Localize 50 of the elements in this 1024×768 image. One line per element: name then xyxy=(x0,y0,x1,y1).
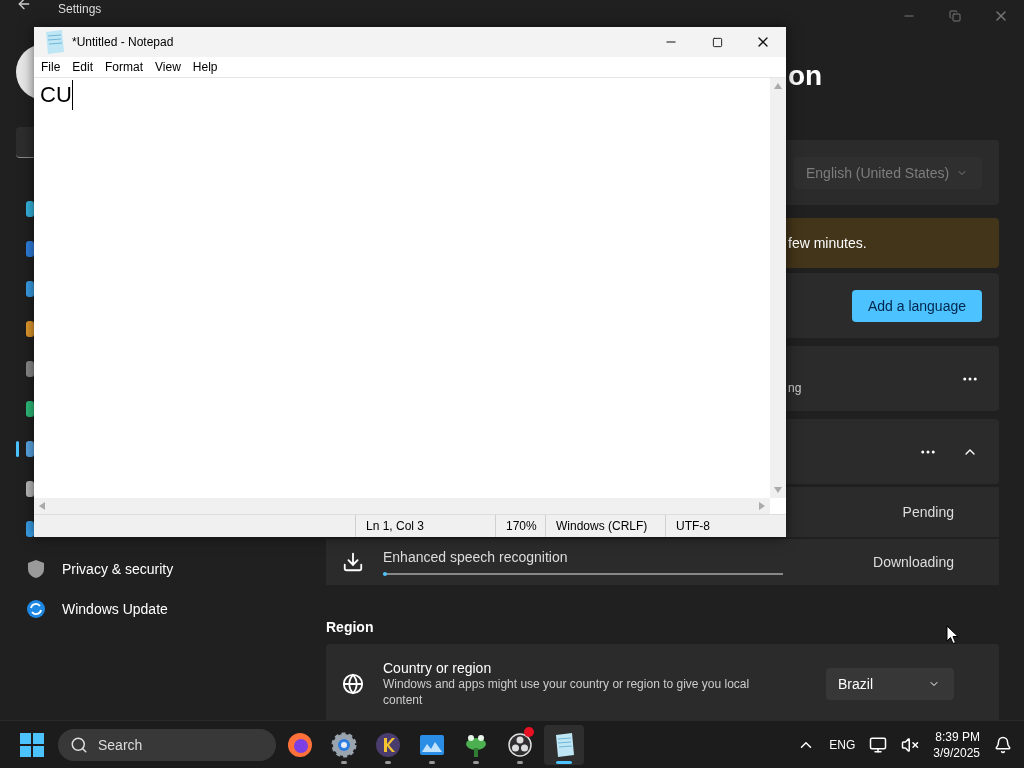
sidebar-item[interactable]: Privacy & security xyxy=(16,549,294,589)
maximize-icon[interactable] xyxy=(711,36,723,48)
setting-description: Windows and apps might use your country or region to give you local content xyxy=(383,676,751,708)
status-text: UTF-8 xyxy=(665,515,775,537)
window-title: Settings xyxy=(58,2,102,16)
mouse-cursor-icon xyxy=(946,625,959,645)
monitor-app-icon xyxy=(419,733,445,756)
setting-title: Country or region xyxy=(383,660,493,676)
gear-icon xyxy=(331,731,357,758)
feature-status: Pending xyxy=(902,504,954,520)
status-text: Ln 1, Col 3 xyxy=(355,515,495,537)
menu-item[interactable]: Help xyxy=(187,60,225,74)
sidebar-item[interactable]: Windows Update xyxy=(16,589,294,629)
feature-status: Downloading xyxy=(873,554,954,570)
taskbar-app-button[interactable] xyxy=(544,724,584,765)
search-icon xyxy=(70,735,88,754)
clock[interactable]: 8:39 PM 3/9/2025 xyxy=(933,728,980,761)
menu-item[interactable]: Format xyxy=(100,60,151,74)
menu-item[interactable]: Edit xyxy=(67,60,101,74)
text-editor[interactable]: CU xyxy=(34,78,770,498)
menu-item[interactable]: File xyxy=(36,60,68,74)
language-indicator[interactable]: ENG xyxy=(829,737,856,752)
restore-icon[interactable] xyxy=(949,10,961,22)
obs-icon xyxy=(507,731,533,758)
notice-text: few minutes. xyxy=(788,235,867,251)
window-title: *Untitled - Notepad xyxy=(72,35,174,49)
update-icon xyxy=(26,599,46,619)
taskbar-search-field[interactable]: Search xyxy=(58,728,276,761)
feature-name: Enhanced speech recognition xyxy=(383,549,569,565)
search-placeholder: Search xyxy=(98,736,143,753)
back-icon[interactable] xyxy=(16,0,32,12)
globe-icon xyxy=(342,673,364,695)
firefox-icon xyxy=(287,731,313,758)
add-language-button[interactable]: Add a language xyxy=(851,289,982,322)
notification-bell-icon[interactable] xyxy=(994,735,1012,754)
menu-item[interactable]: View xyxy=(150,60,188,74)
region-dropdown[interactable]: Brazil xyxy=(826,668,954,700)
windows-start-icon[interactable] xyxy=(20,732,44,757)
krita-icon xyxy=(375,731,401,758)
shield-icon xyxy=(26,559,46,579)
speaker-muted-icon[interactable] xyxy=(901,735,920,754)
search-field[interactable] xyxy=(16,127,34,158)
download-icon xyxy=(342,551,364,573)
language-subtitle: ng xyxy=(788,380,802,395)
section-heading: Region xyxy=(326,619,375,635)
status-text: Windows (CRLF) xyxy=(545,515,665,537)
page-heading: on xyxy=(788,59,823,93)
status-text: 170% xyxy=(495,515,545,537)
notification-badge xyxy=(524,726,534,737)
editor-text: CU xyxy=(40,80,73,110)
